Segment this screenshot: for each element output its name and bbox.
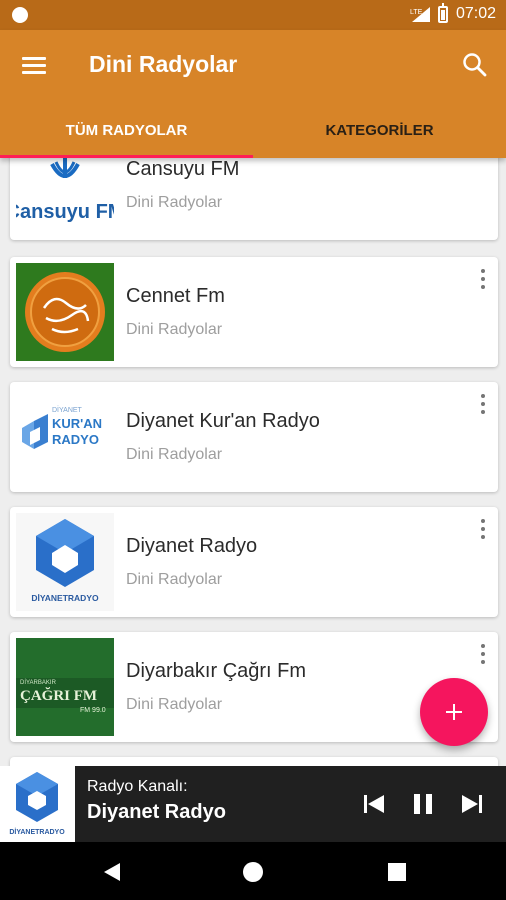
station-name: Diyarbakır Çağrı Fm [126, 660, 307, 682]
tab-bar: TÜM RADYOLAR KATEGORİLER [0, 102, 506, 158]
notification-dot-icon [12, 7, 28, 23]
station-logo: Cansuyu FM [16, 158, 114, 234]
station-category: Dini Radyolar [126, 321, 223, 338]
more-options-icon[interactable] [480, 519, 486, 539]
logo-text: DİYANETRADYO [31, 593, 99, 603]
svg-text:DİYANET: DİYANET [52, 405, 83, 414]
station-category: Dini Radyolar [126, 194, 223, 211]
station-name: Diyanet Radyo [126, 535, 258, 557]
status-time: 07:02 [455, 5, 496, 22]
search-icon[interactable] [462, 52, 488, 78]
tab-categories[interactable]: KATEGORİLER [253, 102, 506, 158]
list-item[interactable]: DİYANETRADYO Diyanet Radyo Dini Radyolar [10, 507, 498, 617]
player-station-logo: DİYANETRADYO [0, 766, 75, 842]
player-station-name: Diyanet Radyo [87, 801, 226, 823]
player-label: Radyo Kanalı: [87, 778, 188, 795]
diyanet-radyo-logo-icon: DİYANETRADYO [31, 519, 99, 603]
status-icons: LTE 07:02 [410, 2, 496, 23]
station-name: Cennet Fm [126, 285, 225, 307]
tab-label: TÜM RADYOLAR [65, 121, 188, 139]
app-bar: Dini Radyolar TÜM RADYOLAR KATEGORİLER [0, 30, 506, 158]
more-options-icon[interactable] [480, 394, 486, 414]
cansuyu-logo-icon: Cansuyu FM [16, 158, 114, 223]
station-name: Diyanet Kur'an Radyo [126, 410, 320, 432]
station-category: Dini Radyolar [126, 571, 223, 588]
station-list[interactable]: Cansuyu FM Cansuyu FM Dini Radyolar Cenn… [0, 158, 506, 766]
logo-text: Cansuyu FM [16, 201, 114, 223]
signal-icon: LTE [410, 7, 430, 22]
svg-text:FM 99.0: FM 99.0 [80, 707, 106, 714]
more-options-icon[interactable] [480, 269, 486, 289]
station-logo: DİYARBAKIR ÇAĞRI FM FM 99.0 [16, 638, 114, 736]
diyanet-kuran-logo-icon: KUR'AN RADYO DİYANET [22, 405, 102, 449]
recents-icon[interactable] [385, 860, 409, 884]
tab-all-radios[interactable]: TÜM RADYOLAR [0, 102, 253, 158]
station-logo: KUR'AN RADYO DİYANET [16, 388, 114, 486]
tab-indicator [0, 155, 253, 158]
menu-icon[interactable] [22, 55, 48, 75]
station-logo: DİYANETRADYO [16, 513, 114, 611]
station-logo [16, 263, 114, 361]
cagri-fm-logo-icon: DİYARBAKIR ÇAĞRI FM FM 99.0 [16, 638, 114, 736]
page-title: Dini Radyolar [89, 51, 238, 77]
pause-icon[interactable] [407, 788, 439, 820]
home-icon[interactable] [241, 860, 265, 884]
list-item[interactable]: KUR'AN RADYO DİYANET Diyanet Kur'an Rady… [10, 382, 498, 492]
station-category: Dini Radyolar [126, 696, 223, 713]
list-item[interactable]: Cansuyu FM Cansuyu FM Dini Radyolar [10, 158, 498, 240]
list-item[interactable] [10, 757, 498, 766]
tab-label: KATEGORİLER [325, 121, 434, 139]
station-name: Cansuyu FM [126, 158, 240, 180]
svg-text:RADYO: RADYO [52, 432, 99, 447]
add-button[interactable] [420, 678, 488, 746]
cennet-logo-icon [25, 272, 105, 352]
battery-icon [437, 2, 448, 23]
now-playing-bar[interactable]: DİYANETRADYO Radyo Kanalı: Diyanet Radyo [0, 766, 506, 842]
back-icon[interactable] [100, 860, 124, 884]
more-options-icon[interactable] [480, 644, 486, 664]
diyanet-radyo-logo-icon: DİYANETRADYO [9, 772, 65, 836]
svg-text:KUR'AN: KUR'AN [52, 416, 102, 431]
logo-text: DİYANETRADYO [9, 828, 65, 836]
network-type-label: LTE [410, 9, 423, 16]
system-nav-bar [0, 842, 506, 900]
station-category: Dini Radyolar [126, 446, 223, 463]
list-item[interactable]: Cennet Fm Dini Radyolar [10, 257, 498, 367]
skip-next-icon[interactable] [456, 788, 488, 820]
logo-text: ÇAĞRI FM [20, 687, 97, 704]
svg-text:DİYARBAKIR: DİYARBAKIR [20, 679, 57, 686]
skip-previous-icon[interactable] [358, 788, 390, 820]
status-bar: LTE 07:02 [0, 0, 506, 30]
